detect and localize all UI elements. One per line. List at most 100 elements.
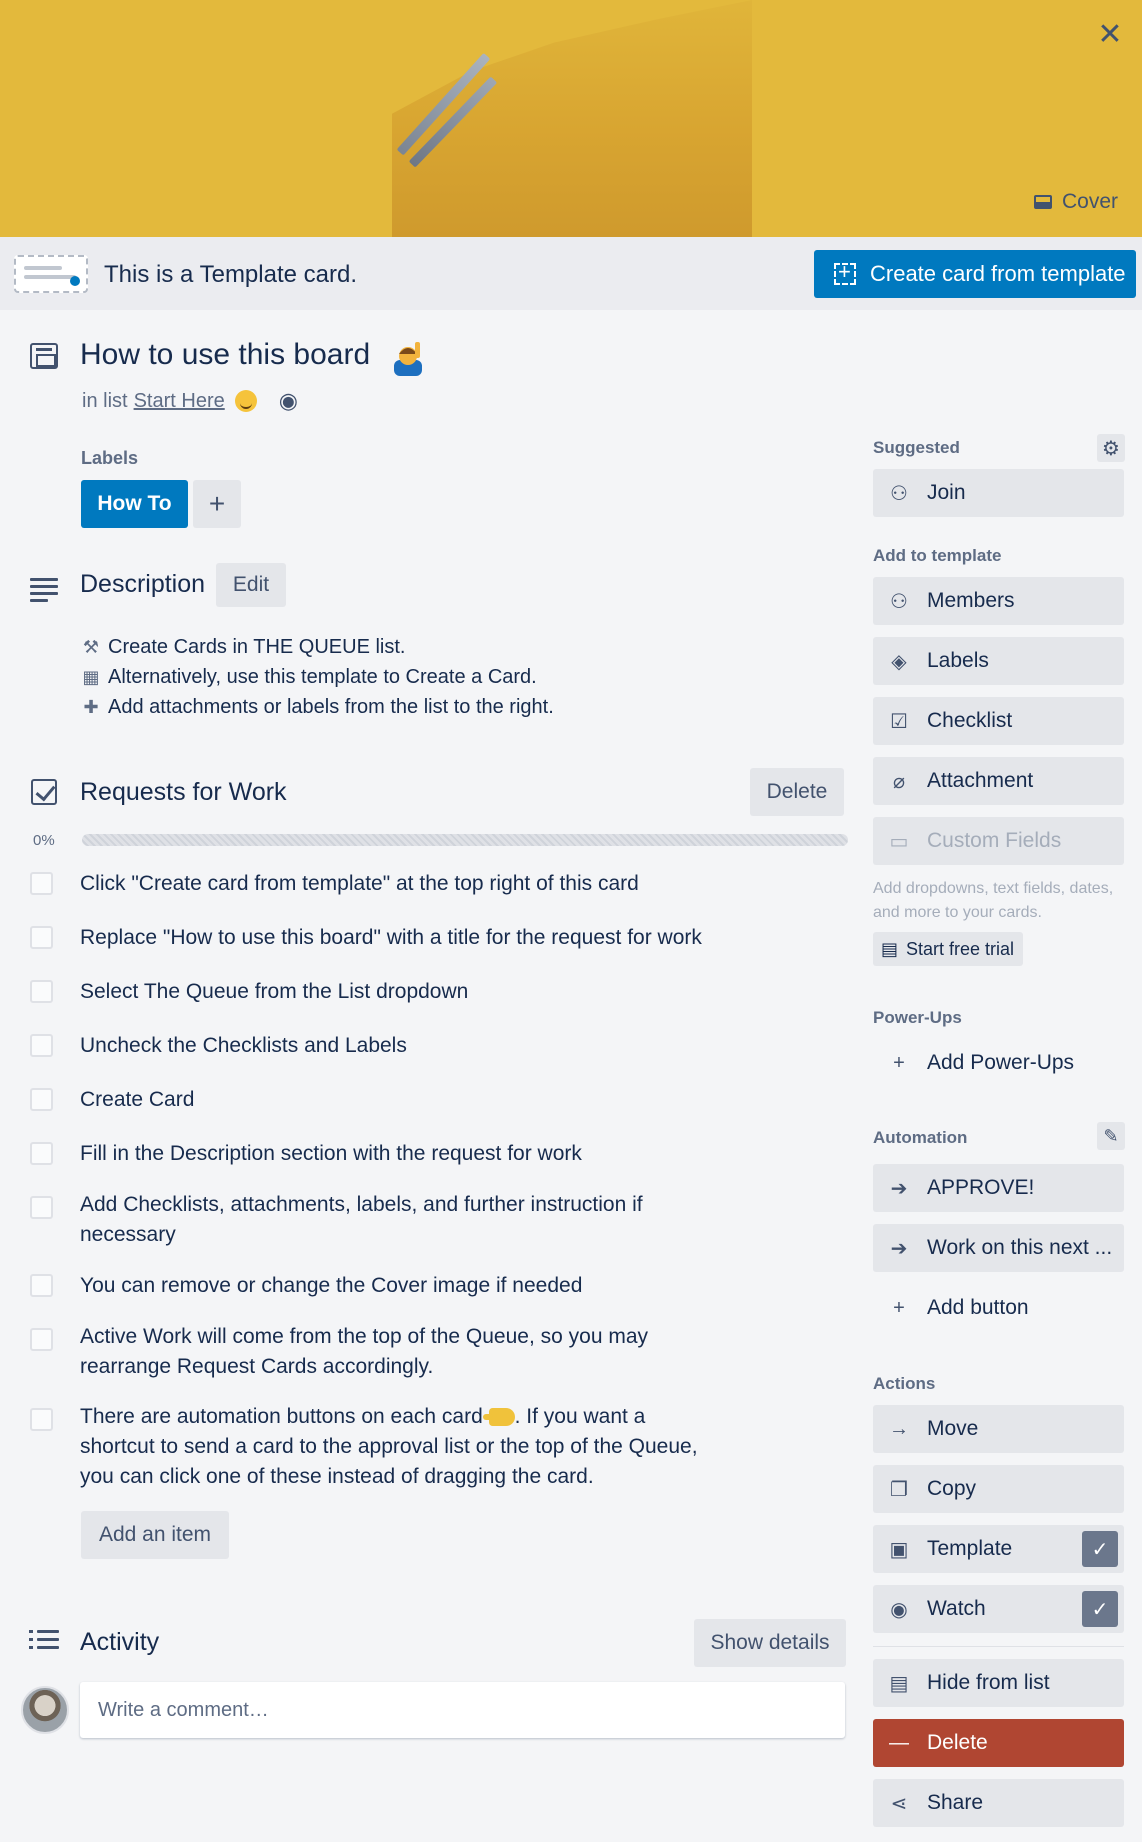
close-icon[interactable]: ✕ — [1090, 14, 1130, 54]
checklist-item-text[interactable]: There are automation buttons on each car… — [80, 1402, 710, 1492]
person-icon: ⚇ — [890, 590, 908, 613]
create-card-label: Create card from template — [870, 261, 1126, 286]
add-powerups-button[interactable]: + Add Power-Ups — [873, 1039, 1124, 1087]
checkmark-icon: ✓ — [1082, 1591, 1118, 1627]
checklist-item-text[interactable]: Uncheck the Checklists and Labels — [80, 1031, 720, 1061]
automation-work-next-button[interactable]: ➔ Work on this next ... — [873, 1224, 1124, 1272]
description-line: ⚒ Create Cards in THE QUEUE list. — [80, 632, 554, 662]
description-icon — [30, 578, 58, 602]
smiley-icon — [234, 390, 257, 412]
start-free-trial-button[interactable]: ▤ Start free trial — [873, 932, 1023, 966]
watch-eye-icon: ◉ — [278, 388, 298, 413]
card-title[interactable]: How to use this board — [80, 338, 370, 372]
actions-heading: Actions — [873, 1374, 936, 1393]
add-card-icon — [834, 259, 856, 285]
checklist-item-text[interactable]: Fill in the Description section with the… — [80, 1139, 720, 1169]
checklist-button[interactable]: ☑ Checklist — [873, 697, 1124, 745]
hammer-pick-icon: ⚒ — [82, 637, 100, 657]
checklist-checkbox[interactable] — [30, 1034, 53, 1057]
minus-icon: — — [889, 1731, 909, 1754]
custom-fields-button[interactable]: ▭ Custom Fields — [873, 817, 1124, 865]
checklist-item-text[interactable]: You can remove or change the Cover image… — [80, 1271, 720, 1301]
checklist-item-text[interactable]: Create Card — [80, 1085, 720, 1115]
card-cover: ✕ Cover — [0, 0, 1142, 237]
show-details-button[interactable]: Show details — [694, 1619, 846, 1667]
briefcase-icon: ▤ — [881, 938, 899, 959]
cover-icon — [1033, 195, 1052, 209]
attachment-button[interactable]: ⌀ Attachment — [873, 757, 1124, 805]
template-toggle-button[interactable]: ▣ Template ✓ — [873, 1525, 1124, 1573]
checklist-checkbox[interactable] — [30, 1274, 53, 1297]
automation-approve-button[interactable]: ➔ APPROVE! — [873, 1164, 1124, 1212]
delete-checklist-button[interactable]: Delete — [750, 768, 844, 816]
watch-toggle-button[interactable]: ◉ Watch ✓ — [873, 1585, 1124, 1633]
comment-input[interactable]: Write a comment… — [80, 1682, 845, 1738]
checklist-item-text[interactable]: Add Checklists, attachments, labels, and… — [80, 1190, 660, 1250]
checklist-progress-bar — [82, 834, 848, 846]
copy-button[interactable]: ❐ Copy — [873, 1465, 1124, 1513]
checklist-title[interactable]: Requests for Work — [80, 778, 287, 807]
delete-card-button[interactable]: — Delete — [873, 1719, 1124, 1767]
powerups-heading: Power-Ups — [873, 1008, 962, 1027]
checklist-checkbox[interactable] — [30, 1196, 53, 1219]
add-label-button[interactable]: + — [193, 480, 241, 528]
checklist-item-text[interactable]: Select The Queue from the List dropdown — [80, 977, 720, 1007]
checklist-checkbox[interactable] — [30, 1142, 53, 1165]
cover-image — [392, 0, 752, 237]
share-icon: ⋖ — [890, 1792, 908, 1815]
list-link[interactable]: Start Here — [134, 390, 225, 413]
divider — [873, 1646, 1124, 1647]
share-button[interactable]: ⋖ Share — [873, 1779, 1124, 1827]
pointing-hand-icon — [482, 1408, 515, 1427]
add-checklist-item-button[interactable]: Add an item — [81, 1511, 229, 1559]
labels-heading: Labels — [81, 448, 139, 468]
hide-from-list-button[interactable]: ▤ Hide from list — [873, 1659, 1124, 1707]
checklist-item-text[interactable]: Click "Create card from template" at the… — [80, 869, 720, 899]
activity-icon — [29, 1630, 59, 1652]
automation-heading: Automation — [873, 1128, 968, 1147]
checklist-checkbox[interactable] — [30, 1088, 53, 1111]
join-button[interactable]: ⚇ Join — [873, 469, 1124, 517]
template-icon: ▣ — [889, 1538, 909, 1561]
notepad-icon: ▦ — [82, 667, 100, 687]
description-line: ✚ Add attachments or labels from the list… — [80, 692, 553, 722]
checklist-checkbox[interactable] — [30, 1328, 53, 1351]
checkmark-icon: ✓ — [1082, 1531, 1118, 1567]
arrow-right-icon: → — [889, 1417, 909, 1440]
move-button[interactable]: → Move — [873, 1405, 1124, 1453]
label-how-to[interactable]: How To — [81, 480, 188, 528]
checklist-checkbox[interactable] — [30, 980, 53, 1003]
add-automation-button[interactable]: + Add button — [873, 1284, 1124, 1332]
add-to-template-heading: Add to template — [873, 546, 1002, 565]
checklist-item-text[interactable]: Replace "How to use this board" with a t… — [80, 923, 720, 953]
cross-icon: ✚ — [83, 697, 99, 717]
checklist-icon — [31, 779, 57, 805]
gear-icon[interactable]: ⚙ — [1097, 434, 1125, 462]
description-body[interactable]: ⚒ Create Cards in THE QUEUE list. ▦ Altern… — [80, 632, 554, 722]
checklist-checkbox[interactable] — [30, 1408, 53, 1431]
plus-icon: + — [893, 1051, 905, 1074]
arrow-right-icon: ➔ — [890, 1237, 908, 1260]
members-button[interactable]: ⚇ Members — [873, 577, 1124, 625]
eye-icon: ◉ — [890, 1598, 908, 1621]
create-card-from-template-button[interactable]: Create card from template — [814, 250, 1136, 298]
copy-icon: ❐ — [890, 1478, 908, 1501]
pencil-icon[interactable]: ✎ — [1097, 1122, 1125, 1150]
person-raising-hand-icon — [394, 342, 422, 376]
template-banner-text: This is a Template card. — [104, 261, 357, 288]
activity-heading: Activity — [80, 1628, 160, 1656]
labels-button[interactable]: ◈ Labels — [873, 637, 1124, 685]
checkbox-icon: ☑ — [890, 710, 908, 733]
custom-fields-note: Add dropdowns, text fields, dates, and m… — [873, 880, 1114, 921]
checklist-checkbox[interactable] — [30, 872, 53, 895]
checklist-checkbox[interactable] — [30, 926, 53, 949]
description-line: ▦ Alternatively, use this template to Cre… — [80, 662, 554, 692]
edit-description-button[interactable]: Edit — [216, 563, 286, 607]
arrow-right-icon: ➔ — [890, 1177, 908, 1200]
card-location: in list Start Here ◉ — [82, 388, 298, 414]
avatar[interactable] — [21, 1686, 69, 1734]
template-card-icon — [14, 255, 88, 293]
paperclip-icon: ⌀ — [892, 770, 906, 793]
cover-button[interactable]: Cover — [1020, 183, 1132, 221]
checklist-item-text[interactable]: Active Work will come from the top of th… — [80, 1322, 680, 1382]
